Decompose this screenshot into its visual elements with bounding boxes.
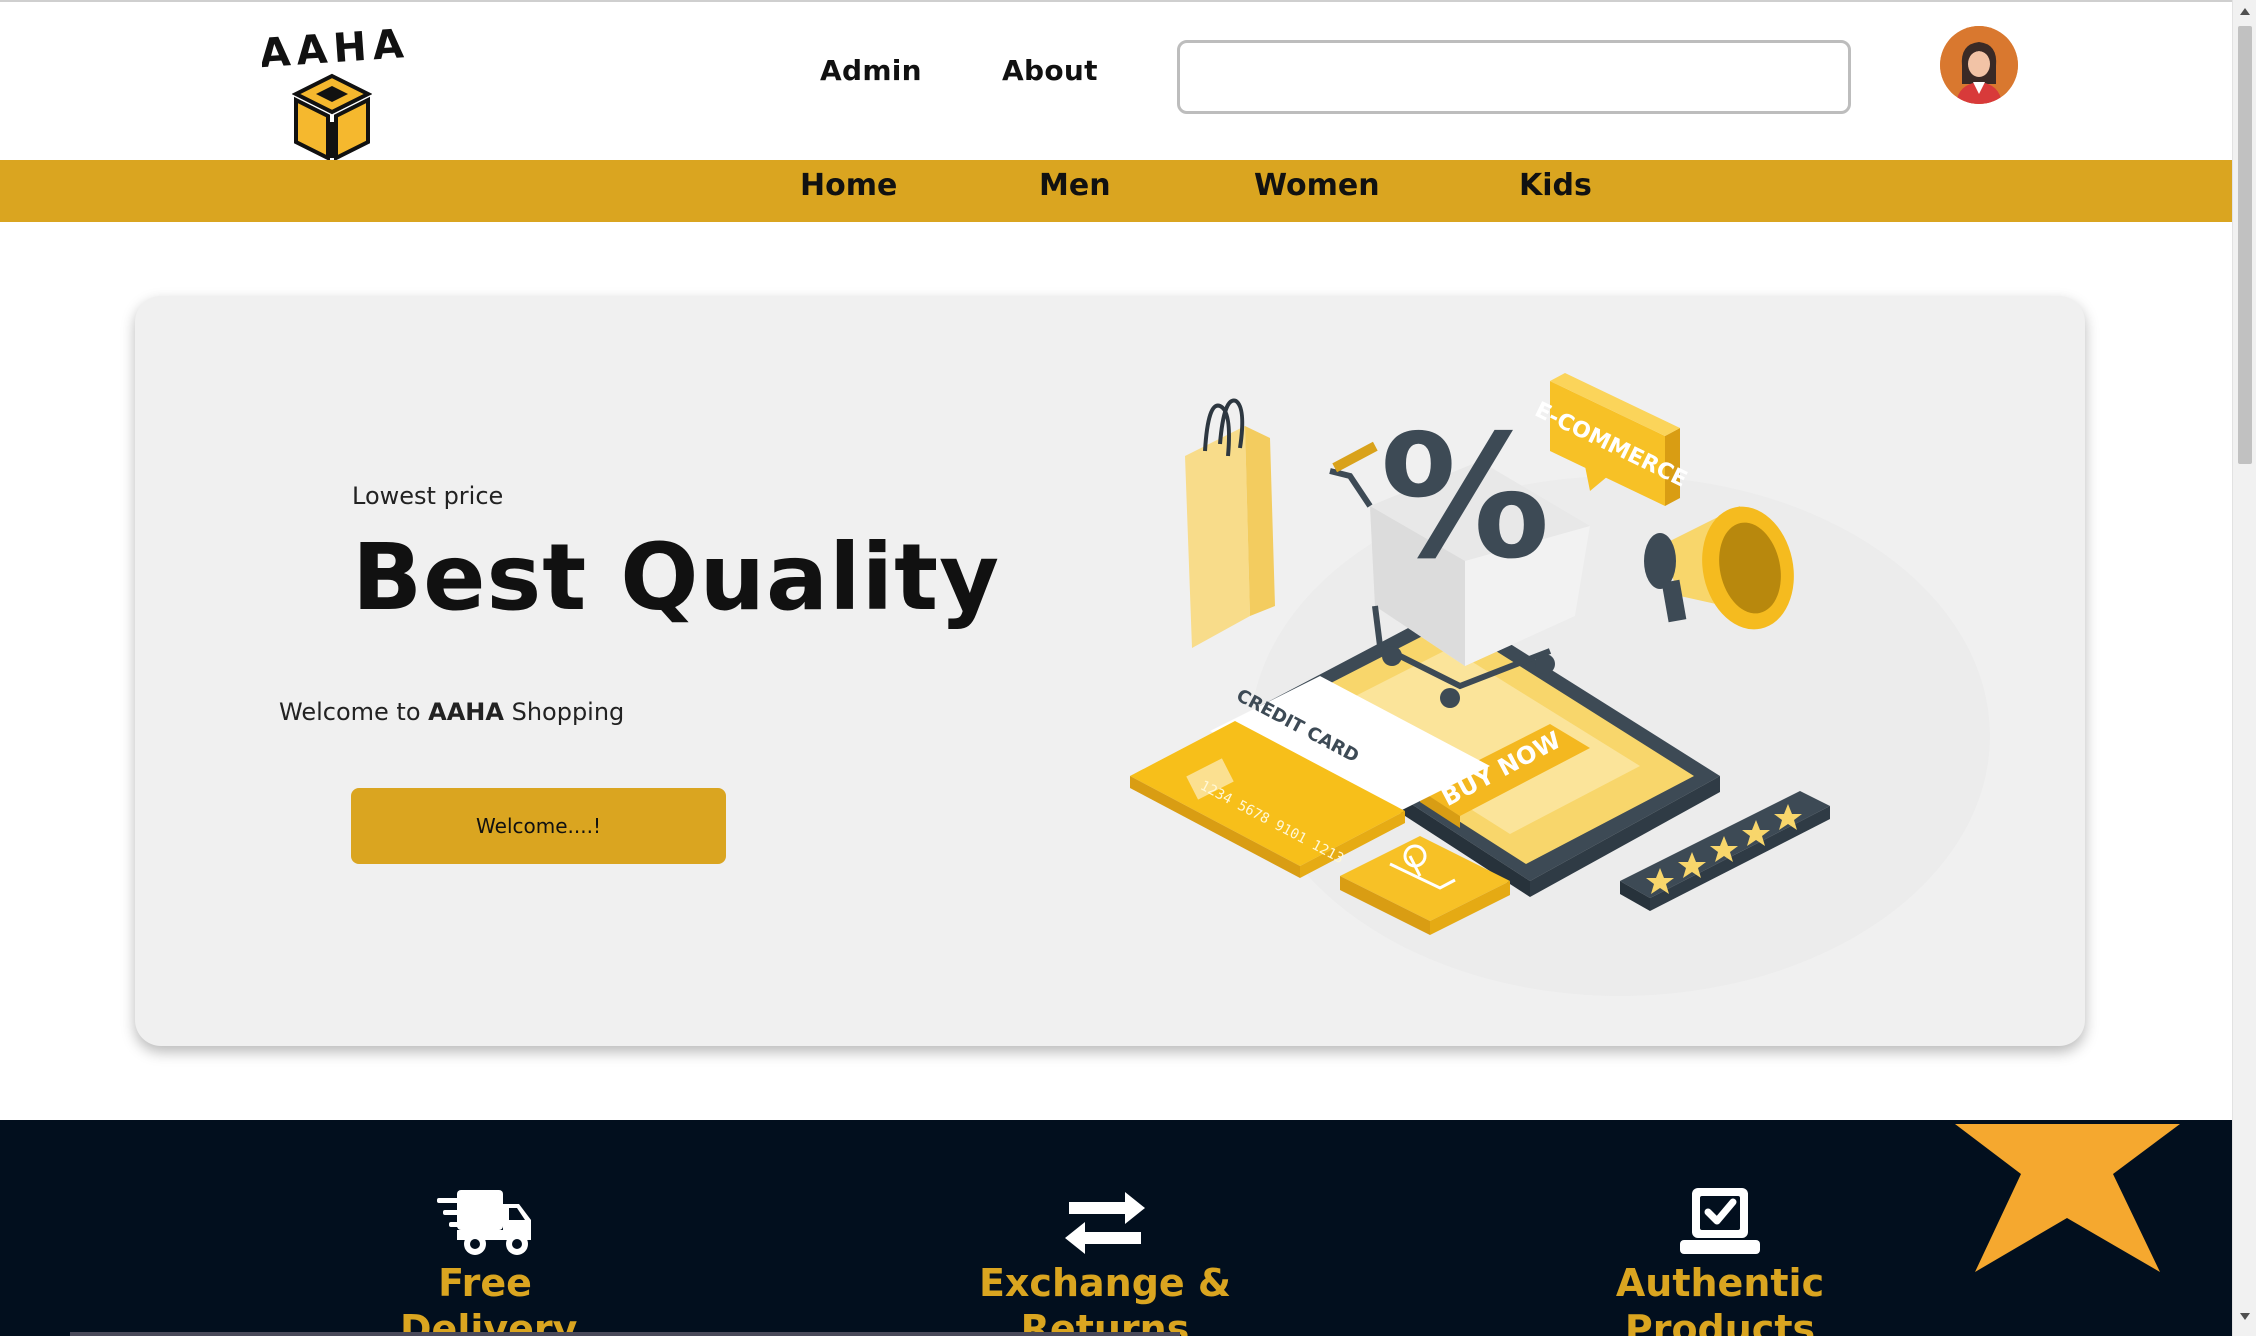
welcome-prefix: Welcome to — [279, 698, 429, 726]
brand-logo[interactable]: AAHA — [262, 16, 408, 162]
page-scrollbar[interactable] — [2232, 0, 2256, 1336]
category-men-link[interactable]: Men — [1039, 168, 1111, 203]
feature-label-line1: Free — [438, 1261, 532, 1305]
hero-title: Best Quality — [352, 524, 1001, 631]
hero-kicker: Lowest price — [352, 482, 504, 510]
user-avatar-icon — [1940, 26, 2018, 104]
logo-wordmark: AAHA — [262, 21, 408, 76]
svg-text:AAHA: AAHA — [262, 21, 408, 76]
feature-label-line1: Exchange & — [978, 1261, 1232, 1305]
welcome-brand: AAHA — [428, 698, 504, 726]
category-women-link[interactable]: Women — [1254, 168, 1380, 203]
welcome-suffix: Shopping — [503, 698, 625, 726]
scroll-up-arrow-icon[interactable] — [2233, 0, 2256, 24]
ecommerce-illustration: BUY NOW % E-COMMERCE CREDIT CARD 1234 56… — [1130, 373, 1990, 996]
top-header: AAHA Admin About — [0, 0, 2232, 162]
logo-cube-icon — [292, 73, 372, 162]
star-decoration-icon — [1955, 1124, 2180, 1272]
discount-percent-icon: % — [1380, 399, 1550, 597]
nav-about-link[interactable]: About — [1002, 54, 1098, 87]
feature-free-delivery: Free Delivery — [400, 1184, 577, 1336]
feature-authentic-products: Authentic Products — [1605, 1184, 1835, 1336]
category-nav: Home Men Women Kids — [0, 160, 2232, 222]
hero-banner: Lowest price Best Quality Welcome to AAH… — [135, 296, 2085, 1046]
truck-icon — [437, 1190, 531, 1255]
horizontal-scroll-indicator — [70, 1332, 1180, 1336]
feature-exchange-returns: Exchange & Returns — [975, 1184, 1235, 1336]
hero-welcome-text: Welcome to AAHA Shopping — [279, 698, 624, 726]
check-box-icon — [1680, 1188, 1760, 1254]
category-home-link[interactable]: Home — [800, 168, 897, 203]
welcome-button[interactable]: Welcome....! — [351, 788, 726, 864]
exchange-arrows-icon — [1065, 1192, 1145, 1254]
feature-label-line1: Authentic — [1615, 1261, 1825, 1305]
user-avatar[interactable] — [1940, 26, 2018, 104]
scroll-down-arrow-icon[interactable] — [2233, 1304, 2256, 1328]
nav-admin-link[interactable]: Admin — [820, 54, 922, 87]
search-input[interactable] — [1177, 40, 1851, 114]
feature-label-line2: Products — [1624, 1307, 1816, 1336]
shopping-bag-illustration — [1185, 398, 1275, 648]
features-strip: Free Delivery Exchange & Returns Authent… — [0, 1120, 2232, 1336]
scrollbar-thumb[interactable] — [2238, 26, 2252, 464]
category-kids-link[interactable]: Kids — [1519, 168, 1592, 203]
